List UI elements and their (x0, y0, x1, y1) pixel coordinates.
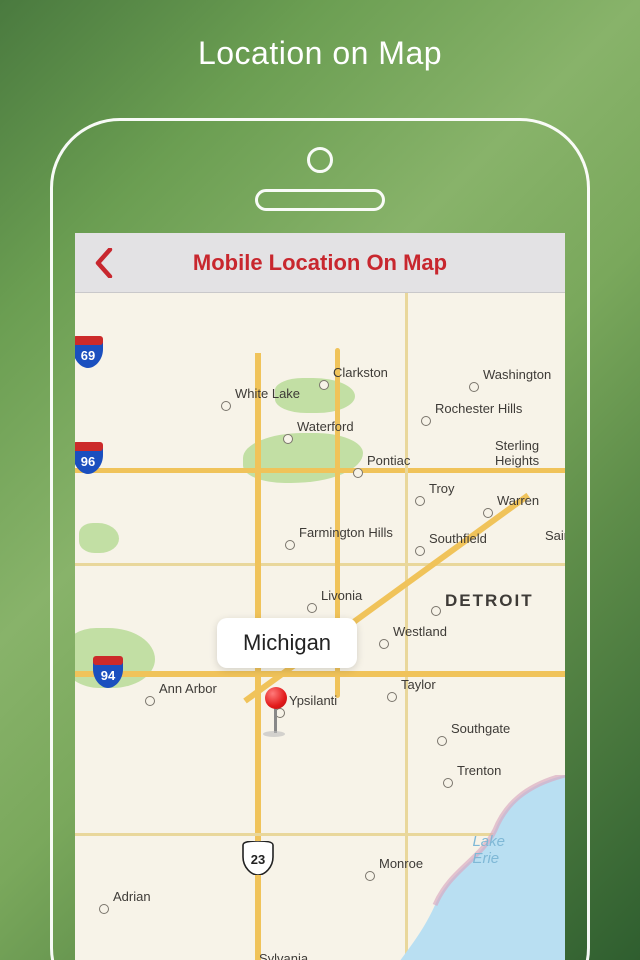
screen: Mobile Location On Map (75, 233, 565, 960)
phone-speaker-icon (255, 189, 385, 211)
city-label: Warren (497, 493, 539, 508)
city-label: Waterford (297, 419, 354, 434)
interstate-shield-69: 69 (75, 335, 105, 369)
city-dot (443, 778, 453, 788)
city-label: Clarkston (333, 365, 388, 380)
lake-label: Lake Erie (472, 834, 505, 867)
interstate-shield-94: 94 (91, 655, 125, 689)
city-dot (307, 603, 317, 613)
city-label: Ann Arbor (159, 681, 217, 696)
city-label: Washington (483, 367, 551, 382)
navbar: Mobile Location On Map (75, 233, 565, 293)
highway (75, 468, 565, 473)
city-dot (431, 606, 441, 616)
road (75, 563, 565, 566)
city-label: Adrian (113, 889, 151, 904)
city-dot (415, 496, 425, 506)
phone-camera-icon (307, 147, 333, 173)
city-label: Monroe (379, 856, 423, 871)
park-area (243, 433, 363, 483)
shield-number: 94 (91, 655, 125, 689)
city-label: Trenton (457, 763, 501, 778)
city-label: Livonia (321, 588, 362, 603)
city-label: Rochester Hills (435, 401, 522, 416)
city-dot (421, 416, 431, 426)
shield-number: 69 (75, 335, 105, 369)
city-label: Ypsilanti (289, 693, 337, 708)
city-label: Southgate (451, 721, 510, 736)
city-dot (221, 401, 231, 411)
shield-number: 23 (241, 841, 275, 875)
city-label: DETROIT (445, 591, 534, 611)
city-dot (415, 546, 425, 556)
city-label: Westland (393, 624, 447, 639)
city-dot (483, 508, 493, 518)
chevron-left-icon (94, 248, 114, 278)
highway (75, 671, 565, 677)
city-dot (437, 736, 447, 746)
location-callout[interactable]: Michigan (217, 618, 357, 668)
phone-frame: Mobile Location On Map (50, 118, 590, 960)
city-dot (99, 904, 109, 914)
park-area (79, 523, 119, 553)
page-title: Location on Map (0, 0, 640, 72)
interstate-shield-96: 96 (75, 441, 105, 475)
navbar-title: Mobile Location On Map (75, 250, 565, 276)
city-label: White Lake (235, 386, 300, 401)
city-dot (353, 468, 363, 478)
city-label: Farmington Hills (299, 525, 393, 540)
city-label: Troy (429, 481, 455, 496)
city-dot (365, 871, 375, 881)
city-dot (145, 696, 155, 706)
city-label: Sylvania (259, 951, 308, 960)
city-label: Sterling Heights (495, 438, 539, 468)
map-pin-icon[interactable] (263, 693, 285, 737)
city-label: Taylor (401, 677, 436, 692)
city-label: Sain (545, 528, 565, 543)
us-shield-23: 23 (241, 841, 275, 875)
city-dot (319, 380, 329, 390)
back-button[interactable] (79, 233, 129, 292)
city-dot (285, 540, 295, 550)
city-dot (379, 639, 389, 649)
city-dot (387, 692, 397, 702)
city-dot (469, 382, 479, 392)
city-label: Southfield (429, 531, 487, 546)
map-view[interactable]: Lake Erie 69 96 94 80 (75, 293, 565, 960)
city-label: Pontiac (367, 453, 410, 468)
city-dot (283, 434, 293, 444)
shield-number: 96 (75, 441, 105, 475)
